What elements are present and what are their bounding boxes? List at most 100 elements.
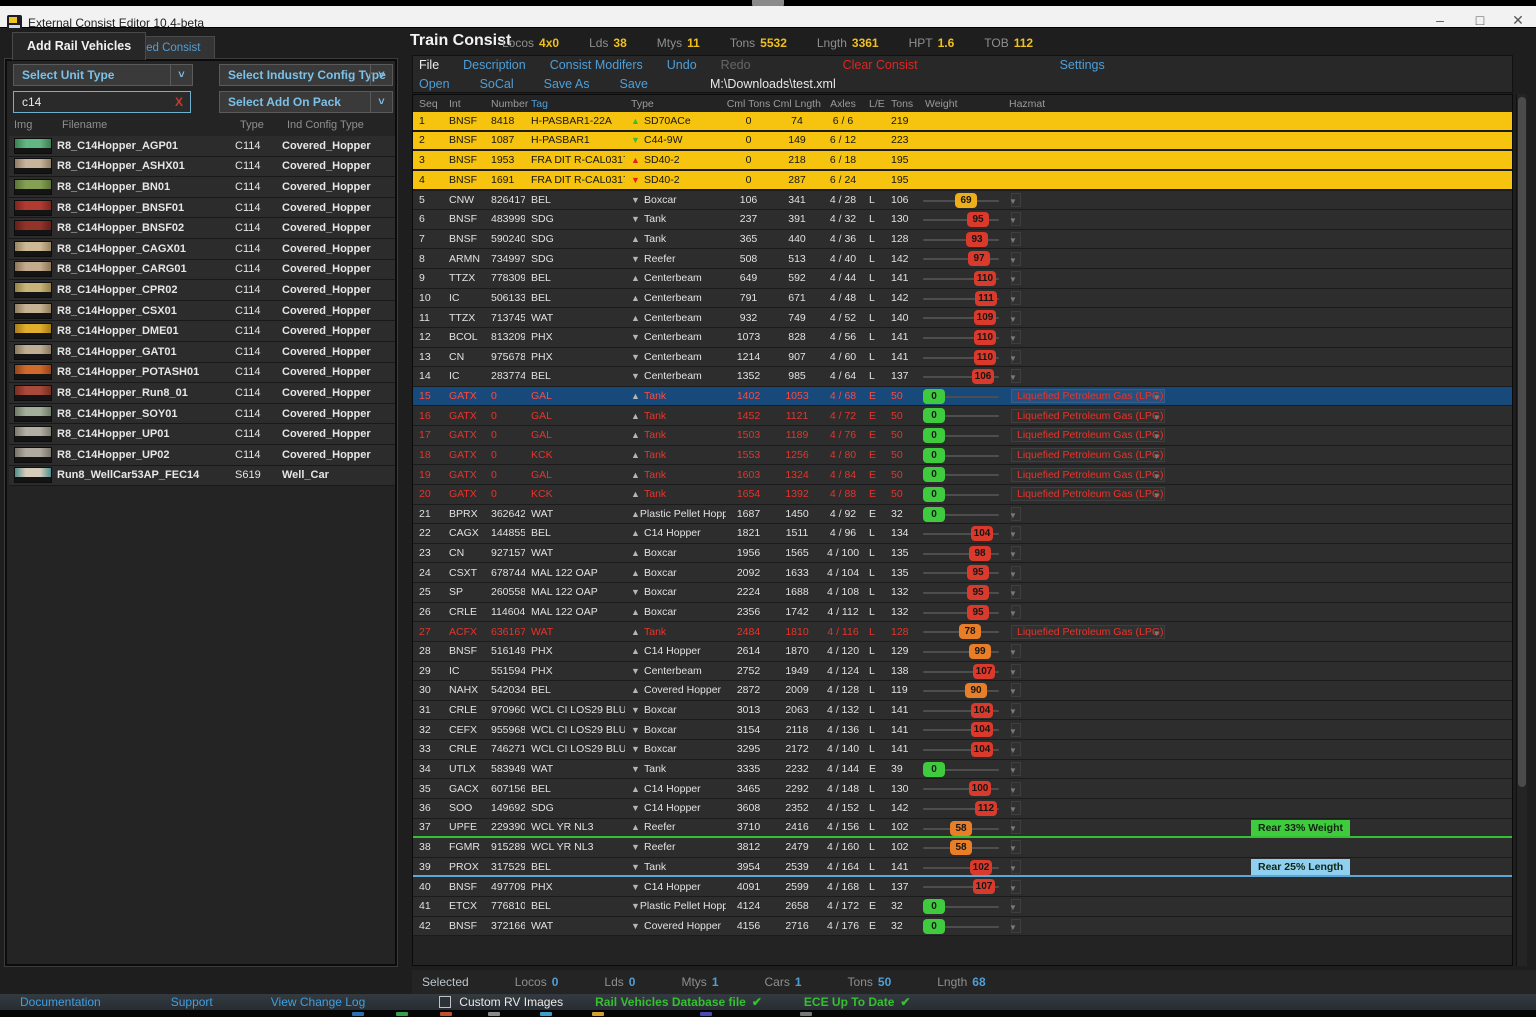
list-item[interactable]: Run8_WellCar53AP_FEC14S619Well_Car	[9, 466, 395, 487]
weight-slider[interactable]: 112	[919, 799, 1003, 818]
hazmat-dropdown[interactable]: ▼	[1011, 212, 1021, 226]
weight-slider[interactable]: 58	[919, 838, 1003, 857]
list-item[interactable]: R8_C14Hopper_DME01C114Covered_Hopper	[9, 321, 395, 342]
weight-badge[interactable]: 93	[966, 232, 988, 247]
hazmat-dropdown[interactable]: Liquefied Petroleum Gas (LPG)▼	[1011, 428, 1165, 442]
list-item[interactable]: R8_C14Hopper_UP01C114Covered_Hopper	[9, 424, 395, 445]
hazmat-dropdown[interactable]: ▼	[1011, 820, 1021, 834]
weight-badge[interactable]: 0	[923, 408, 945, 423]
hazmat-dropdown[interactable]: ▼	[1011, 330, 1021, 344]
weight-slider[interactable]: 110	[919, 348, 1003, 367]
weight-slider[interactable]: 102	[919, 858, 1003, 876]
weight-slider[interactable]: 0	[919, 485, 1003, 504]
weight-slider[interactable]: 58	[919, 819, 1003, 837]
custom-rv-images-checkbox[interactable]	[439, 996, 451, 1008]
consist-row[interactable]: 1BNSF8418H-PASBAR1-22A▲SD70ACe0746 / 621…	[413, 112, 1512, 132]
weight-badge[interactable]: 0	[923, 389, 945, 404]
consist-row[interactable]: 26CRLE114604MAL 122 OAP▲Boxcar235617424 …	[413, 603, 1512, 623]
weight-badge[interactable]: 109	[974, 310, 996, 325]
list-item[interactable]: R8_C14Hopper_CAGX01C114Covered_Hopper	[9, 239, 395, 260]
weight-badge[interactable]: 78	[959, 624, 981, 639]
hazmat-dropdown[interactable]: ▼	[1011, 252, 1021, 266]
weight-slider[interactable]	[919, 171, 1003, 189]
consist-row[interactable]: 5CNW826417BEL▼Boxcar1063414 / 28L10669 ▼	[413, 191, 1512, 211]
hazmat-dropdown[interactable]: Liquefied Petroleum Gas (LPG)▼	[1011, 409, 1165, 423]
consist-row[interactable]: 8ARMN734997SDG▼Reefer5085134 / 40L14297 …	[413, 249, 1512, 269]
consist-row[interactable]: 30NAHX542034BEL▲Covered Hopper287220094 …	[413, 681, 1512, 701]
consist-row[interactable]: 21BPRX362642WAT▲Plastic Pellet Hopper168…	[413, 505, 1512, 525]
hazmat-dropdown[interactable]: ▼	[1011, 311, 1021, 325]
consist-row[interactable]: 18GATX0KCK▲Tank155312564 / 80E500Liquefi…	[413, 446, 1512, 466]
view-changelog-link[interactable]: View Change Log	[271, 995, 366, 1009]
weight-badge[interactable]: 0	[923, 487, 945, 502]
consist-row[interactable]: 14IC283774BEL▼Centerbeam13529854 / 64L13…	[413, 367, 1512, 387]
hazmat-dropdown[interactable]: ▼	[1011, 526, 1021, 540]
hazmat-dropdown[interactable]: ▼	[1011, 801, 1021, 815]
hazmat-dropdown[interactable]: ▼	[1011, 703, 1021, 717]
hazmat-dropdown[interactable]: Liquefied Petroleum Gas (LPG)▼	[1011, 487, 1165, 501]
chevron-down-icon[interactable]: ˅	[370, 65, 392, 85]
consist-row[interactable]: 41ETCX776810BEL▼Plastic Pellet Hopper412…	[413, 897, 1512, 917]
hazmat-dropdown[interactable]: ▼	[1011, 860, 1021, 874]
minimize-button[interactable]: –	[1425, 12, 1455, 29]
weight-badge[interactable]: 0	[923, 448, 945, 463]
hazmat-dropdown[interactable]: ▼	[1011, 232, 1021, 246]
consist-row[interactable]: 12BCOL813209PHX▼Centerbeam10738284 / 56L…	[413, 328, 1512, 348]
consist-row[interactable]: 39PROX317529BEL▼Tank395425394 / 164L1411…	[413, 858, 1512, 878]
hazmat-dropdown[interactable]: Liquefied Petroleum Gas (LPG)▼	[1011, 448, 1165, 462]
hazmat-dropdown[interactable]: ▼	[1011, 742, 1021, 756]
weight-badge[interactable]: 99	[969, 644, 991, 659]
hazmat-dropdown[interactable]: ▼	[1011, 899, 1021, 913]
weight-badge[interactable]: 102	[970, 860, 992, 875]
maximize-button[interactable]: □	[1465, 12, 1495, 29]
weight-badge[interactable]: 58	[950, 840, 972, 855]
weight-badge[interactable]: 95	[967, 585, 989, 600]
weight-badge[interactable]: 69	[955, 193, 977, 208]
consist-row[interactable]: 7BNSF590240SDG▲Tank3654404 / 36L12893 ▼	[413, 230, 1512, 250]
consist-row[interactable]: 40BNSF497709PHX▼C14 Hopper409125994 / 16…	[413, 877, 1512, 897]
weight-badge[interactable]: 0	[923, 762, 945, 777]
scrollbar-thumb[interactable]	[1518, 97, 1526, 787]
weight-slider[interactable]: 0	[919, 465, 1003, 484]
weight-slider[interactable]	[919, 112, 1003, 130]
weight-slider[interactable]: 107	[919, 662, 1003, 681]
list-item[interactable]: R8_C14Hopper_BNSF02C114Covered_Hopper	[9, 218, 395, 239]
consist-row[interactable]: 33CRLE746271WCL CI LOS29 BLU▼Boxcar32952…	[413, 740, 1512, 760]
weight-slider[interactable]: 0	[919, 406, 1003, 425]
weight-slider[interactable]: 107	[919, 877, 1003, 896]
hazmat-dropdown[interactable]: ▼	[1011, 350, 1021, 364]
weight-slider[interactable]: 0	[919, 505, 1003, 524]
weight-badge[interactable]: 104	[971, 742, 993, 757]
weight-badge[interactable]: 100	[969, 781, 991, 796]
consist-row[interactable]: 42BNSF372166WAT▼Covered Hopper415627164 …	[413, 917, 1512, 937]
list-item[interactable]: R8_C14Hopper_GAT01C114Covered_Hopper	[9, 342, 395, 363]
filter-search-box[interactable]: X	[13, 91, 191, 113]
consist-row[interactable]: 11TTZX713745WAT▲Centerbeam9327494 / 52L1…	[413, 308, 1512, 328]
weight-badge[interactable]: 112	[975, 801, 997, 816]
weight-slider[interactable]: 104	[919, 524, 1003, 543]
consist-row[interactable]: 38FGMR915289WCL YR NL3▼Reefer381224794 /…	[413, 838, 1512, 858]
weight-slider[interactable]: 106	[919, 367, 1003, 386]
menu-file[interactable]: File	[419, 58, 439, 72]
menu-open[interactable]: Open	[419, 77, 450, 91]
weight-badge[interactable]: 0	[923, 507, 945, 522]
weight-slider[interactable]	[919, 151, 1003, 169]
hazmat-dropdown[interactable]: Liquefied Petroleum Gas (LPG)▼	[1011, 389, 1165, 403]
consist-row[interactable]: 24CSXT678744MAL 122 OAP▲Boxcar209216334 …	[413, 563, 1512, 583]
hazmat-dropdown[interactable]: ▼	[1011, 291, 1021, 305]
unit-type-dropdown[interactable]: Select Unit Type ˅	[13, 64, 193, 86]
consist-row[interactable]: 27ACFX636167WAT▲Tank248418104 / 116L1287…	[413, 622, 1512, 642]
menu-clear-consist[interactable]: Clear Consist	[843, 58, 918, 72]
list-item[interactable]: R8_C14Hopper_SOY01C114Covered_Hopper	[9, 404, 395, 425]
menu-settings[interactable]: Settings	[1060, 58, 1105, 72]
menu-save[interactable]: Save	[620, 77, 649, 91]
weight-slider[interactable]: 95	[919, 583, 1003, 602]
hazmat-dropdown[interactable]: ▼	[1011, 644, 1021, 658]
weight-badge[interactable]: 97	[968, 251, 990, 266]
consist-row[interactable]: 13CN975678PHX▼Centerbeam12149074 / 60L14…	[413, 348, 1512, 368]
hazmat-dropdown[interactable]: ▼	[1011, 566, 1021, 580]
industry-config-dropdown[interactable]: Select Industry Config Type ˅	[219, 64, 393, 86]
menu-description[interactable]: Description	[463, 58, 526, 72]
weight-badge[interactable]: 95	[967, 212, 989, 227]
consist-row[interactable]: 29IC551594PHX▼Centerbeam275219494 / 124L…	[413, 662, 1512, 682]
